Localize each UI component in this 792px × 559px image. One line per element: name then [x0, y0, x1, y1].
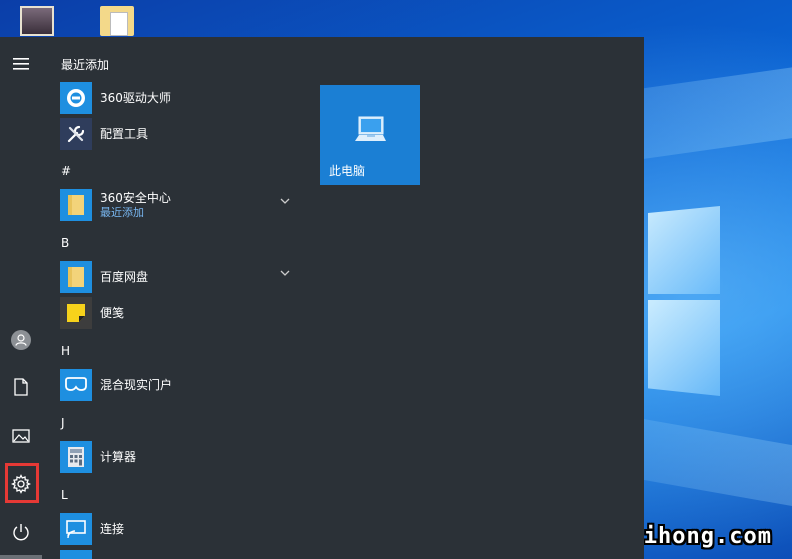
- app-label: 便笺: [100, 305, 125, 320]
- power-button[interactable]: [0, 510, 42, 554]
- folder-icon: [60, 261, 92, 293]
- start-menu: 最近添加 360驱动大师 配置工具 # 360安全中心 最近添加 B 百度网盘 …: [0, 37, 644, 559]
- windows-logo-wallpaper: [648, 196, 720, 406]
- sticky-notes-icon: [60, 297, 92, 329]
- app-item-baidu-netdisk[interactable]: 百度网盘: [60, 260, 300, 294]
- app-item-calculator[interactable]: 计算器: [60, 440, 300, 474]
- app-tile-icon: [60, 550, 92, 559]
- hamburger-button[interactable]: [0, 42, 42, 86]
- app-item-360-driver[interactable]: 360驱动大师: [60, 81, 300, 115]
- folder-icon: [60, 189, 92, 221]
- app-item-sticky-notes[interactable]: 便笺: [60, 296, 300, 330]
- group-header-h[interactable]: H: [61, 344, 70, 358]
- taskbar-edge: [0, 555, 42, 559]
- app-label: 百度网盘: [100, 269, 149, 284]
- hamburger-icon: [13, 58, 29, 70]
- recently-added-header: 最近添加: [61, 58, 110, 72]
- app-item-mixed-reality[interactable]: 混合现实门户: [60, 368, 300, 402]
- wrench-icon: [60, 118, 92, 150]
- app-label: 计算器: [100, 449, 137, 464]
- app-label: 连接: [100, 521, 125, 536]
- chevron-down-icon[interactable]: [280, 269, 290, 277]
- group-header-hash[interactable]: #: [61, 164, 71, 178]
- start-rail: [0, 37, 42, 559]
- app-label: 360驱动大师: [100, 90, 171, 105]
- pictures-button[interactable]: [0, 414, 42, 458]
- app-item-config-tool[interactable]: 配置工具: [60, 117, 300, 151]
- group-header-j[interactable]: J: [61, 416, 65, 430]
- picture-icon: [12, 429, 30, 443]
- chevron-down-icon[interactable]: [280, 197, 290, 205]
- group-header-b[interactable]: B: [61, 236, 69, 250]
- user-icon: [11, 330, 31, 350]
- documents-button[interactable]: [0, 365, 42, 409]
- tile-this-pc[interactable]: 此电脑: [320, 85, 420, 185]
- app-label: 混合现实门户: [100, 377, 173, 392]
- mixed-reality-icon: [60, 369, 92, 401]
- app-label: 360安全中心: [100, 190, 171, 205]
- recently-added-tag: 最近添加: [100, 205, 144, 219]
- calculator-icon: [60, 441, 92, 473]
- connect-icon: [60, 513, 92, 545]
- app-item-360-security[interactable]: 360安全中心 最近添加: [60, 188, 300, 222]
- desktop-folder-icon[interactable]: [100, 6, 134, 36]
- computer-icon: [355, 116, 386, 141]
- group-header-l[interactable]: L: [61, 488, 68, 502]
- app-list: 最近添加 360驱动大师 配置工具 # 360安全中心 最近添加 B 百度网盘 …: [48, 37, 308, 559]
- app-item-connect[interactable]: 连接: [60, 512, 300, 546]
- app-item-next-partial[interactable]: [60, 549, 300, 559]
- tile-label: 此电脑: [329, 164, 366, 178]
- settings-highlight-box: [5, 463, 39, 503]
- app-label: 配置工具: [100, 126, 149, 141]
- user-button[interactable]: [0, 318, 42, 362]
- 360-driver-icon: [60, 82, 92, 114]
- power-icon: [13, 524, 29, 541]
- desktop-shortcut-icon[interactable]: [20, 6, 54, 36]
- document-icon: [14, 378, 28, 396]
